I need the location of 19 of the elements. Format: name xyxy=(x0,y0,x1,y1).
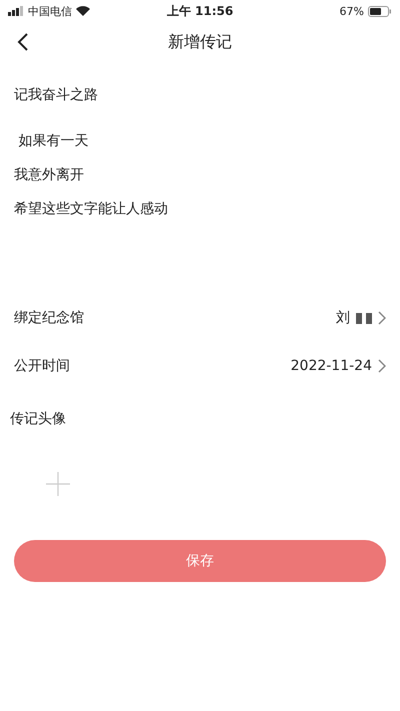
page-title: 新增传记 xyxy=(168,32,232,52)
wifi-icon xyxy=(76,6,90,16)
section-label: 传记头像 xyxy=(9,410,67,428)
chevron-right-icon xyxy=(378,359,386,373)
row-value[interactable]: 2022-11-24 xyxy=(290,358,372,374)
row-label: 公开时间 xyxy=(14,357,70,375)
chevron-right-icon xyxy=(378,311,386,325)
biography-text-line[interactable]: 如果有一天 xyxy=(14,132,386,150)
biography-text-line[interactable]: 希望这些文字能让人感动 xyxy=(14,200,386,218)
row-value[interactable]: 刘 xyxy=(336,309,350,327)
biography-title[interactable]: 记我奋斗之路 xyxy=(14,86,386,104)
row-label: 绑定纪念馆 xyxy=(14,309,84,327)
carrier-name: 中国电信 xyxy=(28,4,72,18)
biography-text-line[interactable]: 我意外离开 xyxy=(14,166,386,184)
battery-icon xyxy=(368,6,392,16)
battery-percent: 67% xyxy=(340,4,364,18)
signal-icon xyxy=(8,6,24,16)
clock-time: 上午 11:56 xyxy=(166,2,234,20)
back-icon[interactable] xyxy=(16,32,30,52)
